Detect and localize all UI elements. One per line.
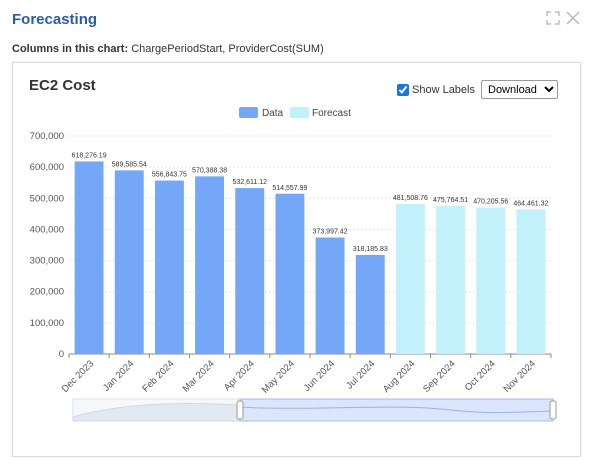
bar-data-label: 475,764.51: [433, 197, 468, 204]
chart-title: EC2 Cost: [29, 77, 96, 94]
x-tick-label: Jul 2024: [344, 358, 377, 391]
chart-card: Data Forecast 0 100,000 200,000 300,000 400,00…: [12, 62, 581, 457]
bar-forecast[interactable]: [436, 205, 466, 354]
show-labels-checkbox[interactable]: [397, 83, 409, 96]
x-tick-label: Dec 2023: [60, 358, 97, 395]
bar-data[interactable]: [114, 170, 144, 354]
x-tick-label: Nov 2024: [502, 358, 539, 395]
download-select[interactable]: Download: [481, 80, 558, 99]
bar-data[interactable]: [235, 188, 265, 354]
zoom-selection[interactable]: [239, 398, 554, 422]
bar-data[interactable]: [275, 193, 305, 354]
legend-label-forecast: Forecast: [312, 108, 351, 119]
show-labels-text: Show Labels: [412, 83, 475, 96]
y-tick-label: 300,000: [30, 256, 64, 267]
bar-data-label: 470,205.56: [473, 199, 508, 206]
bar-data-label: 618,276.19: [72, 152, 107, 159]
legend-label-data: Data: [262, 108, 284, 119]
bar-forecast[interactable]: [395, 204, 425, 354]
legend-swatch-data[interactable]: [239, 107, 258, 118]
columns-value: ChargePeriodStart, ProviderCost(SUM): [131, 43, 324, 55]
y-tick-label: 700,000: [30, 131, 64, 142]
bar-data-label: 532,611.12: [232, 179, 267, 186]
x-tick-label: Aug 2024: [381, 358, 418, 395]
bar-data-label: 556,843.75: [152, 172, 187, 179]
zoom-handle-left[interactable]: [236, 400, 244, 420]
bar-data-label: 570,388.38: [192, 167, 227, 174]
x-tick-label: Jan 2024: [101, 358, 136, 393]
bar-data-label: 514,557.99: [272, 185, 307, 192]
bar-data[interactable]: [355, 254, 385, 354]
y-tick-label: 200,000: [30, 287, 64, 298]
bar-data[interactable]: [315, 237, 345, 354]
y-tick-label: 600,000: [30, 162, 64, 173]
x-tick-label: Jun 2024: [302, 358, 337, 393]
header-icons: [546, 11, 580, 25]
x-tick-label: Feb 2024: [140, 358, 176, 394]
y-tick-label: 0: [59, 349, 64, 360]
bar-forecast[interactable]: [516, 209, 546, 354]
x-tick-label: May 2024: [260, 358, 297, 395]
bar-data-label: 373,997.42: [313, 229, 348, 236]
y-tick-label: 400,000: [30, 224, 64, 235]
chart: Data Forecast 0 100,000 200,000 300,000 400,00…: [30, 107, 557, 422]
bar-data-label: 464,461.32: [513, 200, 548, 207]
bar-data-label: 481,508.76: [393, 195, 428, 202]
bar-data-label: 589,585.54: [112, 161, 147, 168]
bar-data[interactable]: [74, 161, 104, 354]
y-tick-label: 100,000: [30, 318, 64, 329]
show-labels-toggle[interactable]: Show Labels: [397, 83, 475, 96]
legend-swatch-forecast[interactable]: [290, 107, 309, 118]
columns-label: Columns in this chart:: [12, 43, 129, 55]
columns-info: Columns in this chart: ChargePeriodStart…: [12, 43, 324, 55]
x-tick-label: Oct 2024: [463, 358, 498, 393]
y-tick-label: 500,000: [30, 193, 64, 204]
bar-forecast[interactable]: [476, 207, 506, 354]
bar-data[interactable]: [195, 176, 225, 354]
dialog-title: Forecasting: [12, 11, 98, 28]
x-tick-label: Mar 2024: [181, 358, 217, 394]
bar-data[interactable]: [154, 180, 184, 354]
bar-data-label: 318,185.83: [353, 246, 388, 253]
chart-controls: Show Labels Download: [397, 80, 558, 99]
expand-icon[interactable]: [546, 11, 560, 25]
close-icon[interactable]: [566, 11, 580, 25]
zoom-handle-right[interactable]: [549, 400, 557, 420]
x-tick-label: Apr 2024: [222, 358, 257, 393]
x-tick-label: Sep 2024: [421, 358, 458, 395]
